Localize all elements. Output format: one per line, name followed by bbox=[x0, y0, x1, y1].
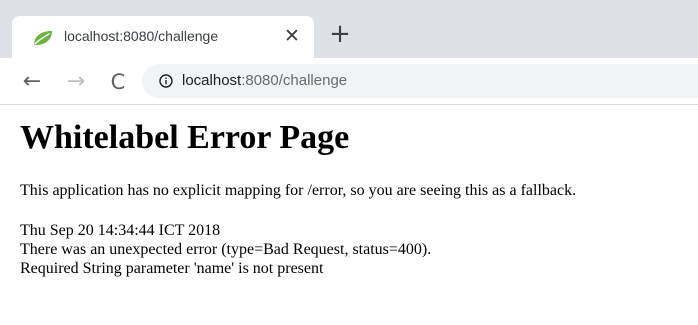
page-title: Whitelabel Error Page bbox=[20, 119, 350, 156]
reload-button[interactable]: C bbox=[106, 70, 130, 94]
tab-localhost-challenge[interactable]: localhost:8080/challenge ✕ bbox=[12, 16, 314, 58]
address-bar[interactable]: localhost:8080/challenge bbox=[142, 64, 698, 98]
back-button[interactable]: ← bbox=[20, 70, 44, 94]
error-timestamp: Thu Sep 20 14:34:44 ICT 2018 bbox=[20, 222, 221, 239]
info-icon[interactable] bbox=[159, 74, 173, 88]
error-status-line: There was an unexpected error (type=Bad … bbox=[20, 241, 432, 258]
error-detail-line: Required String parameter 'name' is not … bbox=[20, 260, 324, 277]
fallback-message: This application has no explicit mapping… bbox=[20, 182, 577, 199]
toolbar: ← → C localhost:8080/challenge bbox=[0, 58, 698, 105]
page-content: Whitelabel Error Page This application h… bbox=[0, 105, 698, 278]
url-path: :8080/challenge bbox=[241, 72, 348, 89]
tab-title: localhost:8080/challenge bbox=[64, 28, 219, 44]
spring-leaf-icon bbox=[32, 29, 54, 47]
browser-window: localhost:8080/challenge ✕ + ← → C local… bbox=[0, 0, 698, 325]
tab-strip: localhost:8080/challenge ✕ + bbox=[0, 0, 698, 58]
url-text[interactable]: localhost:8080/challenge bbox=[182, 72, 347, 89]
forward-button[interactable]: → bbox=[64, 70, 88, 94]
new-tab-button[interactable]: + bbox=[328, 21, 352, 47]
url-host: localhost bbox=[182, 72, 242, 89]
close-tab-icon[interactable]: ✕ bbox=[280, 24, 304, 48]
